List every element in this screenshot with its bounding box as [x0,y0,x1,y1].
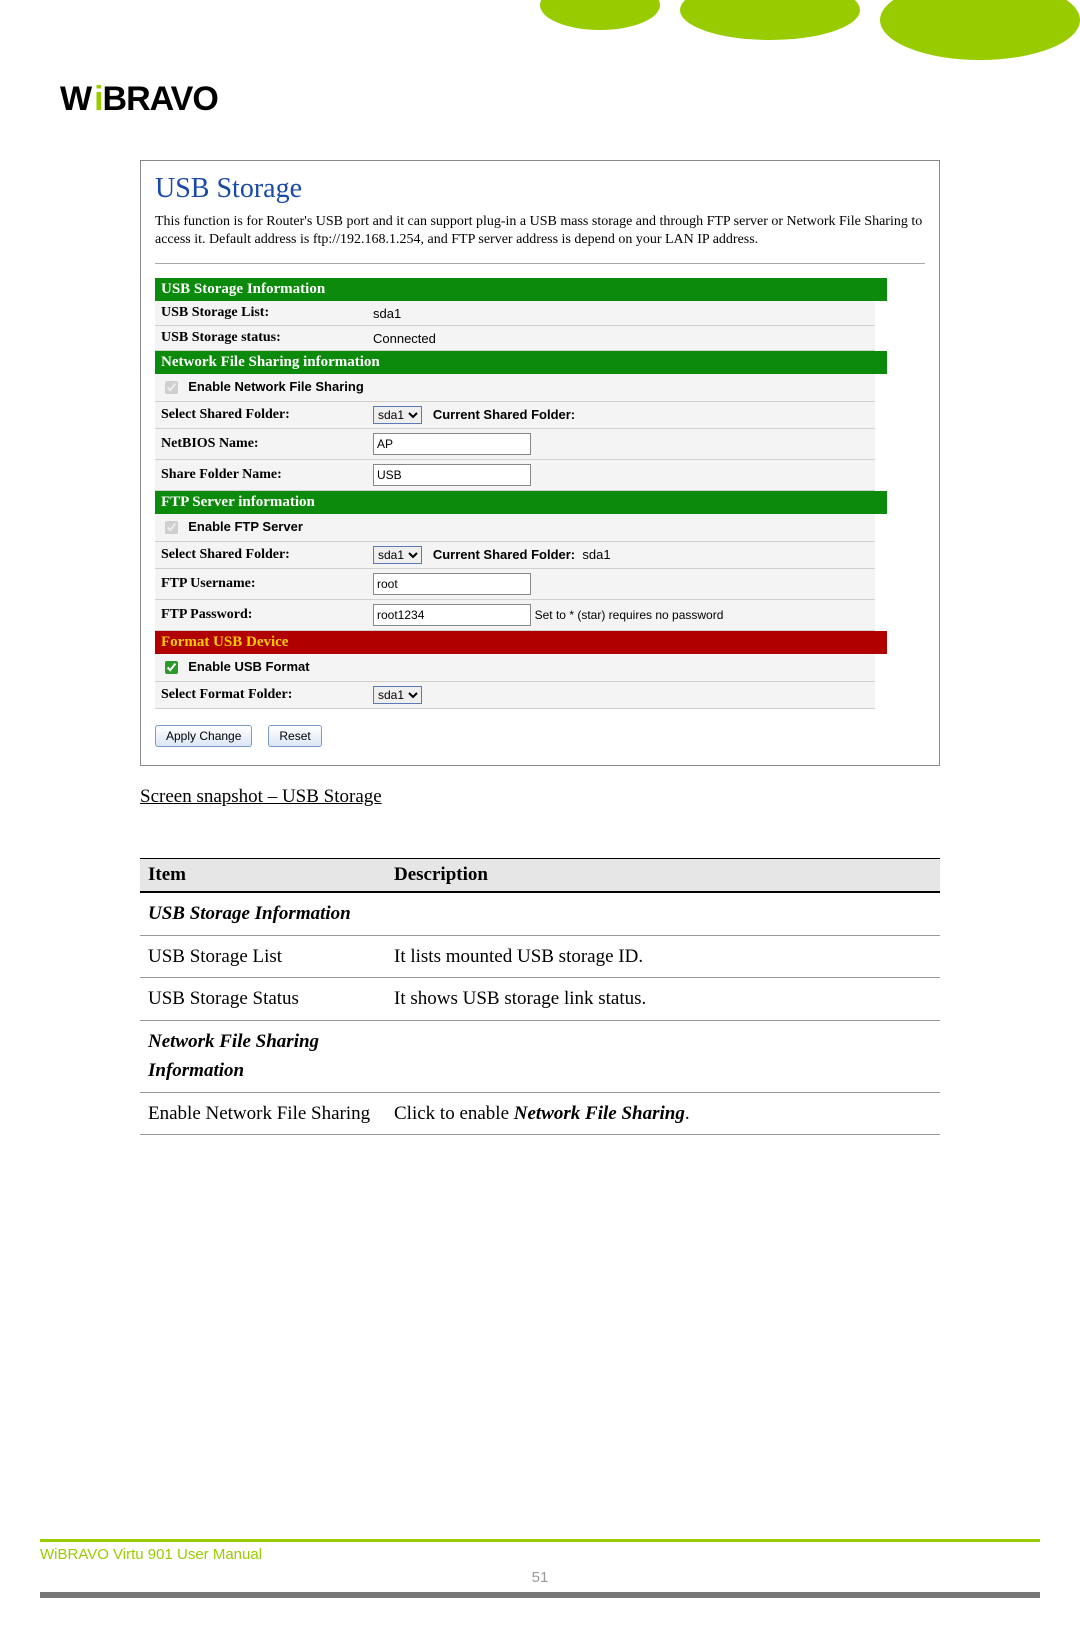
screenshot-caption: Screen snapshot – USB Storage [140,786,940,808]
page-footer: WiBRAVO Virtu 901 User Manual 51 [40,1539,1040,1598]
row-nfs-info: Network File Sharing Information [148,1031,319,1081]
netbios-input[interactable] [373,433,531,455]
wibravo-logo: WiBRAVO [60,80,218,120]
enable-nfs-checkbox[interactable] [165,381,178,394]
format-select-label: Select Format Folder: [155,682,367,709]
row-usb-list-desc: It lists mounted USB storage ID. [386,935,940,977]
section-nfs: Network File Sharing information [155,351,887,374]
ftp-user-input[interactable] [373,573,531,595]
footer-manual-name: WiBRAVO Virtu 901 User Manual [40,1546,1040,1563]
nfs-select-folder[interactable]: sda1 [373,406,422,424]
row-usb-status-desc: It shows USB storage link status. [386,978,940,1020]
netbios-label: NetBIOS Name: [155,429,367,460]
row-enable-nfs: Enable Network File Sharing [140,1092,386,1134]
ftp-user-label: FTP Username: [155,569,367,600]
usb-list-label: USB Storage List: [155,301,367,326]
header-item: Item [140,859,386,893]
row-usb-list: USB Storage List [140,935,386,977]
format-select-folder[interactable]: sda1 [373,686,422,704]
logo-text: W [60,80,94,118]
screenshot-title: USB Storage [155,173,925,205]
ftp-pass-label: FTP Password: [155,600,367,631]
enable-format-checkbox[interactable] [165,661,178,674]
section-format: Format USB Device [155,631,887,654]
nfs-current-folder-label: Current Shared Folder: [433,407,575,422]
ftp-select-folder[interactable]: sda1 [373,546,422,564]
logo-text-2: BRAVO [103,80,218,118]
usb-storage-screenshot: USB Storage This function is for Router'… [140,160,940,766]
enable-ftp-checkbox[interactable] [165,521,178,534]
ftp-current-folder-value: sda1 [582,547,610,562]
ftp-current-folder-label: Current Shared Folder: [433,547,575,562]
reset-button[interactable]: Reset [268,725,321,747]
logo-dot: i [94,80,102,118]
screenshot-intro: This function is for Router's USB port a… [155,213,925,249]
ftp-pass-input[interactable] [373,604,531,626]
enable-format-label: Enable USB Format [188,659,309,674]
row-usb-status: USB Storage Status [140,978,386,1020]
share-name-label: Share Folder Name: [155,460,367,491]
section-ftp: FTP Server information [155,491,887,514]
usb-status-label: USB Storage status: [155,326,367,351]
enable-nfs-label: Enable Network File Sharing [188,379,364,394]
nfs-select-folder-label: Select Shared Folder: [155,402,367,429]
ftp-pass-note: Set to * (star) requires no password [535,608,724,622]
header-decoration [520,0,1080,50]
ftp-select-folder-label: Select Shared Folder: [155,542,367,569]
header-description: Description [386,859,940,893]
description-table: Item Description USB Storage Information… [140,858,940,1135]
divider [155,263,925,264]
enable-ftp-label: Enable FTP Server [188,519,303,534]
share-name-input[interactable] [373,464,531,486]
apply-change-button[interactable]: Apply Change [155,725,252,747]
footer-page-number: 51 [40,1569,1040,1586]
usb-status-value: Connected [367,326,875,351]
usb-list-value: sda1 [367,301,875,326]
section-usb-info: USB Storage Information [155,278,887,301]
row-enable-nfs-desc: Click to enable Network File Sharing. [386,1092,940,1134]
row-usb-info: USB Storage Information [148,903,351,924]
